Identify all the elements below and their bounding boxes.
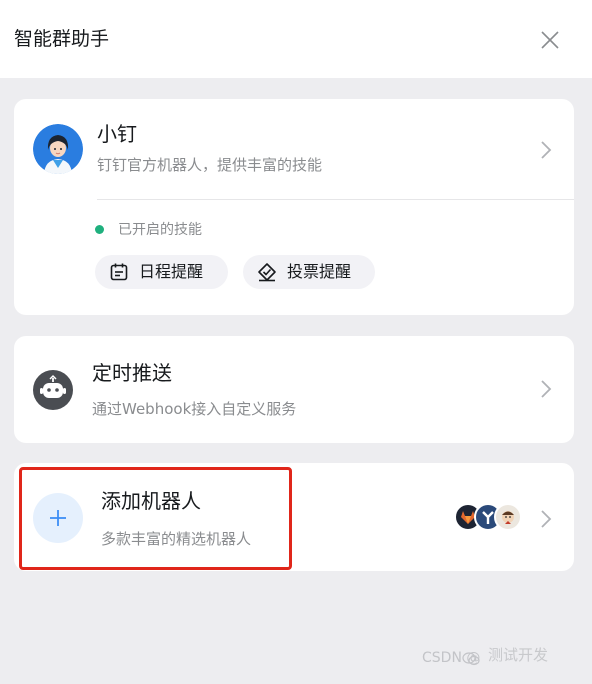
xiaoding-name: 小钉 [97,122,137,146]
robot-icon [33,370,73,410]
scheduled-push-card[interactable]: 定时推送 通过Webhook接入自定义服务 [14,336,574,443]
vote-icon [258,263,276,282]
xiaoding-description: 钉钉官方机器人，提供丰富的技能 [97,156,323,174]
close-icon [541,31,559,49]
close-button[interactable] [536,26,564,54]
calendar-icon [110,263,128,281]
add-robot-description: 多款丰富的精选机器人 [101,530,252,548]
add-robot-card[interactable]: 添加机器人 多款丰富的精选机器人 [14,463,574,571]
header: 智能群助手 [0,0,592,78]
add-robot-title: 添加机器人 [101,489,201,513]
chevron-right-icon [541,380,552,398]
skill-chip-vote[interactable]: 投票提醒 [243,255,375,289]
butler-bot-avatar [494,503,522,531]
enabled-skills-label: 已开启的技能 [118,222,202,238]
xiaoding-card[interactable]: 小钉 钉钉官方机器人，提供丰富的技能 已开启的技能 日程提醒 投票提醒 [14,99,574,315]
robot-avatar-stack [454,503,526,533]
skill-chip-label: 日程提醒 [139,262,204,281]
scheduled-push-title: 定时推送 [92,361,172,385]
chevron-right-icon [541,141,552,159]
divider [97,199,574,200]
wechat-icon [462,652,480,666]
page-title: 智能群助手 [14,28,110,50]
chevron-right-icon [541,510,552,528]
plus-icon [33,493,83,543]
status-dot [95,225,104,234]
skill-chip-schedule[interactable]: 日程提醒 [95,255,228,289]
scheduled-push-description: 通过Webhook接入自定义服务 [92,400,297,418]
skill-chip-label: 投票提醒 [287,262,352,281]
xiaoding-avatar [33,124,83,174]
watermark-wechat: 测试开发 [488,646,549,664]
